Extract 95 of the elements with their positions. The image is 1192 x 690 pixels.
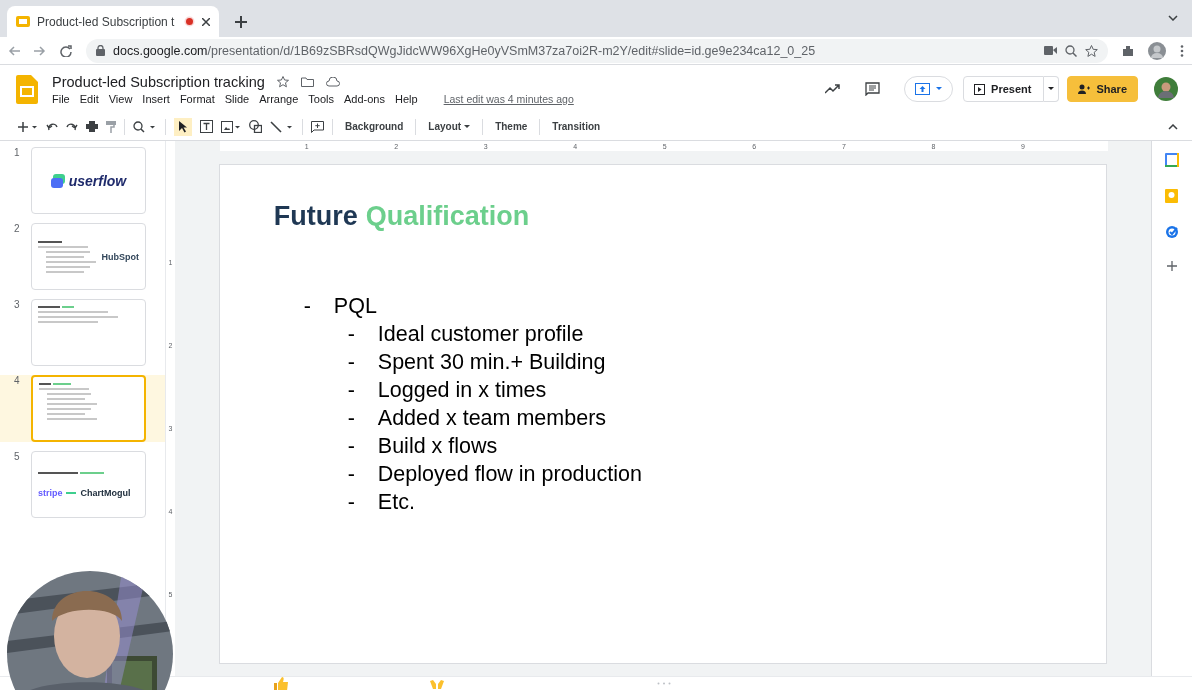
slide-number: 4 [14, 375, 21, 386]
thumbs-up-icon[interactable] [274, 676, 289, 690]
logo-text: stripe [37, 487, 63, 498]
last-edit-link[interactable]: Last edit was 4 minutes ago [443, 92, 574, 105]
bullet-text: Deployed flow in production [377, 461, 642, 488]
toolbar-button[interactable]: Transition [548, 119, 605, 134]
slide-thumbnail[interactable]: userflow [30, 147, 146, 214]
caret-icon [936, 87, 943, 91]
logo-text: HubSpot [101, 251, 139, 262]
logo-text: ChartMogul [80, 487, 131, 498]
menu-item[interactable]: Format [179, 92, 215, 105]
new-slide-icon[interactable] [18, 120, 38, 133]
slide-number: 3 [14, 299, 21, 310]
tasks-icon[interactable] [1164, 225, 1179, 239]
menu-item[interactable]: Insert [142, 92, 170, 105]
plus-icon[interactable] [1166, 261, 1177, 271]
menu-item[interactable]: Help [395, 92, 418, 105]
menu-item[interactable]: File [52, 92, 70, 105]
select-icon[interactable] [174, 117, 192, 136]
folder-icon[interactable] [300, 76, 314, 87]
menu-item[interactable]: Tools [308, 92, 334, 105]
bullet-dash: - [347, 489, 356, 516]
bullet-dash: - [347, 349, 356, 376]
cloud-icon [325, 76, 340, 87]
profile-avatar[interactable] [1148, 41, 1166, 60]
close-icon[interactable] [202, 17, 210, 26]
bullet-dash: - [347, 321, 356, 348]
comment-add-icon[interactable] [311, 120, 324, 133]
present-to-meeting-button[interactable] [904, 76, 954, 102]
slide-title-highlight: Qualification [365, 201, 530, 232]
slide-thumbnail[interactable] [30, 299, 146, 366]
bullet-text: Ideal customer profile [377, 321, 584, 348]
bullet-dash: - [347, 461, 356, 488]
caret-icon [1048, 87, 1055, 91]
undo-icon[interactable] [46, 122, 58, 131]
slide-number: 1 [14, 147, 21, 158]
zoom-icon[interactable] [133, 120, 157, 133]
slide-number: 5 [14, 451, 21, 462]
back-icon[interactable] [8, 45, 20, 56]
address-bar[interactable]: docs.google.com/presentation/d/1B69zSBRsdQWgJidcWW96XgHe0yVSmM37za7oi2R-m2Y/edit#slide=id.ge9e234ca12_0_25 [86, 38, 1108, 63]
user-avatar[interactable] [1154, 77, 1178, 101]
bullet-text: Added x team members [377, 405, 607, 432]
toolbar-button[interactable]: Background [341, 119, 408, 134]
menu-item[interactable]: View [108, 92, 133, 105]
bullet-dash: - [303, 293, 312, 320]
bullet-text: Logged in x times [377, 377, 547, 404]
bullet-dash: - [347, 433, 356, 460]
caret-icon [464, 124, 471, 129]
star-icon[interactable] [276, 75, 289, 88]
chevron-down-icon[interactable] [1168, 15, 1178, 21]
collapse-icon[interactable] [1168, 123, 1178, 130]
menu-item[interactable]: Add-ons [344, 92, 385, 105]
comment-icon[interactable] [865, 82, 881, 96]
toolbar-button[interactable]: Layout [424, 119, 475, 134]
bullet-text: Spent 30 min.+ Building [377, 349, 606, 376]
redo-icon[interactable] [66, 122, 78, 131]
camera-icon [1044, 46, 1057, 55]
bullet-text: Build x flows [377, 433, 498, 460]
toolbar-button[interactable]: Theme [491, 119, 532, 134]
star-icon[interactable] [1085, 44, 1098, 57]
slide-number: 2 [14, 223, 21, 234]
present-button[interactable]: Present [963, 76, 1045, 102]
bullet-dash: - [347, 377, 356, 404]
slides-icon [16, 16, 30, 27]
present-options-button[interactable] [1044, 76, 1060, 102]
forward-icon[interactable] [34, 45, 46, 56]
menu-item[interactable]: Arrange [259, 92, 299, 105]
line-icon[interactable] [270, 120, 294, 133]
trending-icon[interactable] [825, 84, 842, 94]
lock-icon [96, 45, 105, 56]
menu-item[interactable]: Slide [224, 92, 250, 105]
zoom-icon [1065, 44, 1077, 57]
slide-thumbnail[interactable] [30, 375, 146, 442]
bullet-dash: - [347, 405, 356, 432]
paint-format-icon[interactable] [106, 120, 116, 133]
shape-icon[interactable] [249, 120, 262, 133]
slide-thumbnail[interactable]: stripe ChartMogul [30, 451, 146, 518]
reload-icon[interactable] [60, 44, 72, 57]
new-tab-icon[interactable] [235, 16, 247, 28]
share-button[interactable]: Share [1067, 76, 1138, 102]
text-box-icon[interactable] [200, 120, 213, 133]
menu-item[interactable]: Edit [79, 92, 99, 105]
document-title[interactable]: Product-led Subscription tracking [52, 73, 265, 90]
bullet-text: Etc. [377, 489, 415, 516]
more-icon[interactable] [1180, 44, 1184, 57]
slide-thumbnail[interactable]: HubSpot [30, 223, 146, 290]
logo-icon [50, 173, 65, 188]
present-screen-icon [915, 83, 931, 95]
bullet-text: PQL [333, 293, 377, 320]
image-icon[interactable] [221, 120, 241, 133]
play-icon [974, 83, 986, 95]
person-add-icon [1078, 84, 1091, 94]
browser-tab[interactable]: Product-led Subscription t [7, 6, 219, 37]
logo-text: userflow [68, 172, 127, 189]
slide-title: Future [273, 201, 358, 232]
